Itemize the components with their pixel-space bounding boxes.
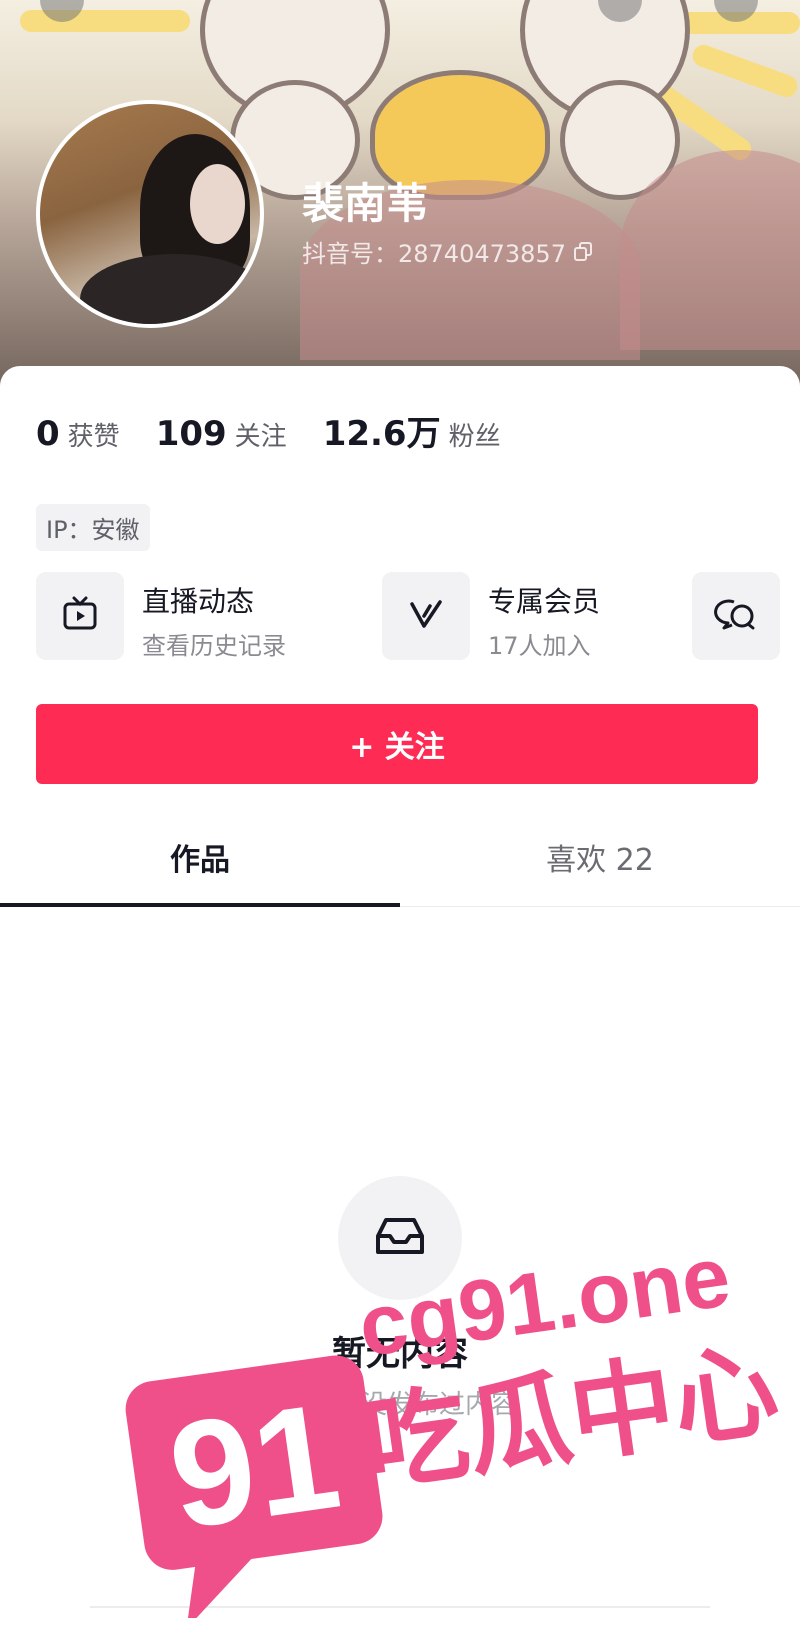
v-badge-icon xyxy=(406,594,446,638)
inbox-tray-icon xyxy=(372,1214,428,1262)
empty-state-icon-wrap xyxy=(338,1176,462,1300)
profile-card: 0 获赞 109 关注 12.6万 粉丝 IP：安徽 直播动态 查看历史记录 专… xyxy=(0,366,800,1626)
tv-play-icon xyxy=(60,594,100,638)
group-chat-entry[interactable] xyxy=(692,572,780,660)
live-history-entry[interactable] xyxy=(36,572,124,660)
stat-label: 获赞 xyxy=(67,422,120,452)
nickname: 裴南苇 xyxy=(302,179,429,228)
feature-entries: 直播动态 查看历史记录 专属会员 17人加入 xyxy=(36,572,800,662)
stat-following[interactable]: 109 关注 xyxy=(156,414,287,454)
live-entry-title[interactable]: 直播动态 xyxy=(142,580,254,620)
stat-value: 109 xyxy=(155,414,227,454)
douyin-id-text: 抖音号：28740473857 xyxy=(302,240,566,268)
stat-followers[interactable]: 12.6万 粉丝 xyxy=(323,406,501,455)
avatar[interactable] xyxy=(36,100,264,328)
chat-bubbles-icon xyxy=(714,594,758,638)
stat-label: 关注 xyxy=(234,422,287,452)
stats-row: 0 获赞 109 关注 12.6万 粉丝 xyxy=(36,406,537,455)
ip-location-tag: IP：安徽 xyxy=(36,504,150,551)
douyin-id: 抖音号：28740473857 xyxy=(302,234,594,269)
tab-likes[interactable]: 喜欢 22 xyxy=(400,808,800,906)
content-tabs: 作品 喜欢 22 xyxy=(0,808,800,907)
empty-state-subtitle: 对方还没发布过内容 xyxy=(282,1390,517,1420)
stat-likes[interactable]: 0 获赞 xyxy=(36,414,120,454)
empty-state-title: 暂无内容 xyxy=(332,1334,468,1374)
stat-label: 粉丝 xyxy=(448,422,501,452)
stat-value: 12.6万 xyxy=(322,414,441,454)
active-tab-indicator xyxy=(0,903,400,907)
tab-works[interactable]: 作品 xyxy=(0,808,400,906)
membership-entry[interactable] xyxy=(382,572,470,660)
stat-value: 0 xyxy=(36,414,60,454)
copy-icon[interactable] xyxy=(572,241,594,263)
follow-button[interactable]: + 关注 xyxy=(36,704,758,784)
membership-entry-subtitle: 17人加入 xyxy=(488,632,591,660)
live-entry-subtitle: 查看历史记录 xyxy=(142,632,286,660)
membership-entry-title[interactable]: 专属会员 xyxy=(488,580,600,620)
